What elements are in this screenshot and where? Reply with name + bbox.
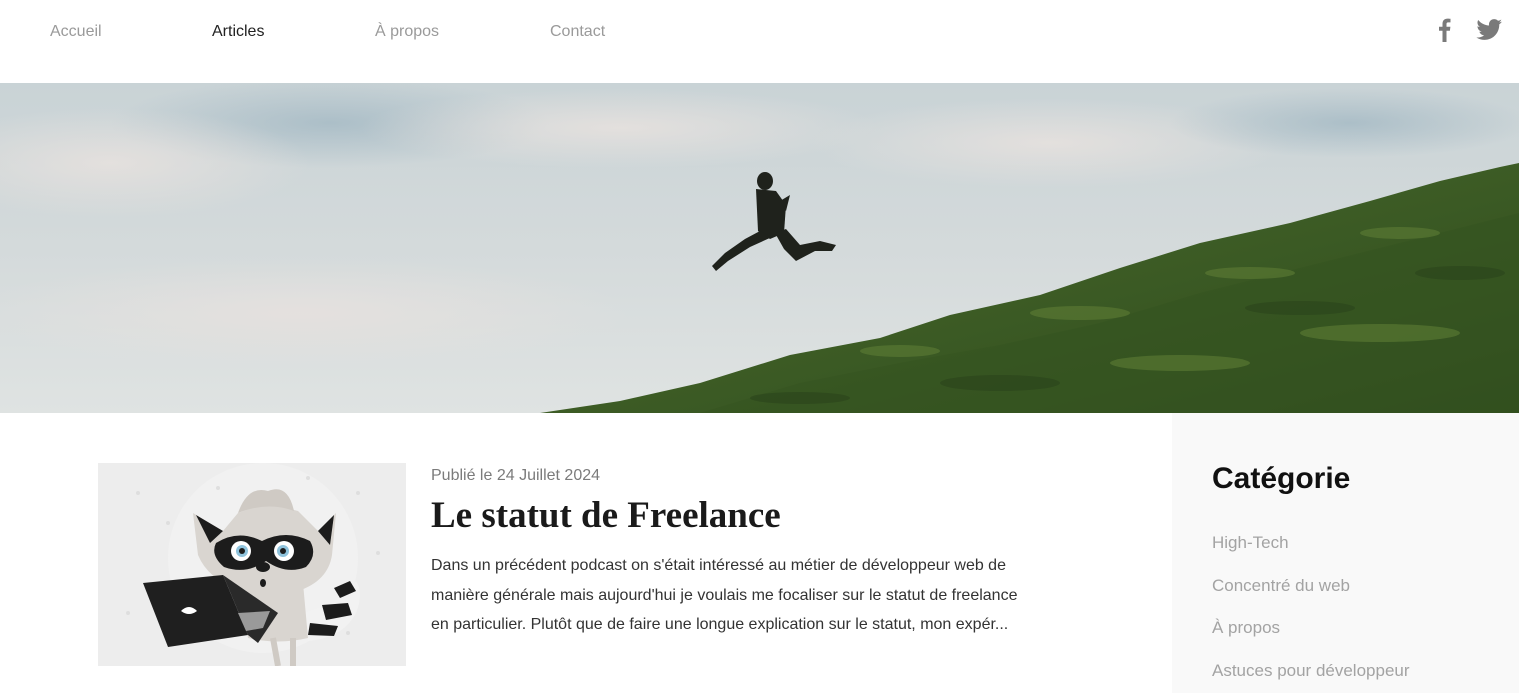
category-sidebar: Catégorie High-Tech Concentré du web À p… xyxy=(1172,413,1519,693)
article-thumbnail[interactable] xyxy=(98,463,406,666)
nav-item-a-propos[interactable]: À propos xyxy=(375,23,439,41)
top-navigation: Accueil Articles À propos Contact xyxy=(0,0,1519,83)
post-excerpt: Dans un précédent podcast on s'était int… xyxy=(431,557,1018,633)
nav-item-contact[interactable]: Contact xyxy=(550,23,605,41)
post-title[interactable]: Le statut de Freelance xyxy=(431,495,781,537)
hero-banner xyxy=(0,83,1519,413)
hero-image xyxy=(0,83,1519,413)
post-date: Publié le 24 Juillet 2024 xyxy=(431,467,601,484)
sidebar-title: Catégorie xyxy=(1212,462,1351,495)
twitter-icon[interactable] xyxy=(1476,16,1503,42)
category-item-astuces-developpeur[interactable]: Astuces pour développeur xyxy=(1212,661,1410,681)
category-item-concentre-du-web[interactable]: Concentré du web xyxy=(1212,576,1350,596)
facebook-icon[interactable] xyxy=(1436,16,1452,42)
nav-item-articles[interactable]: Articles xyxy=(212,23,264,41)
category-item-high-tech[interactable]: High-Tech xyxy=(1212,533,1289,553)
category-item-a-propos[interactable]: À propos xyxy=(1212,618,1280,638)
nav-item-accueil[interactable]: Accueil xyxy=(50,23,102,41)
raccoon-laptop-illustration xyxy=(98,463,406,666)
